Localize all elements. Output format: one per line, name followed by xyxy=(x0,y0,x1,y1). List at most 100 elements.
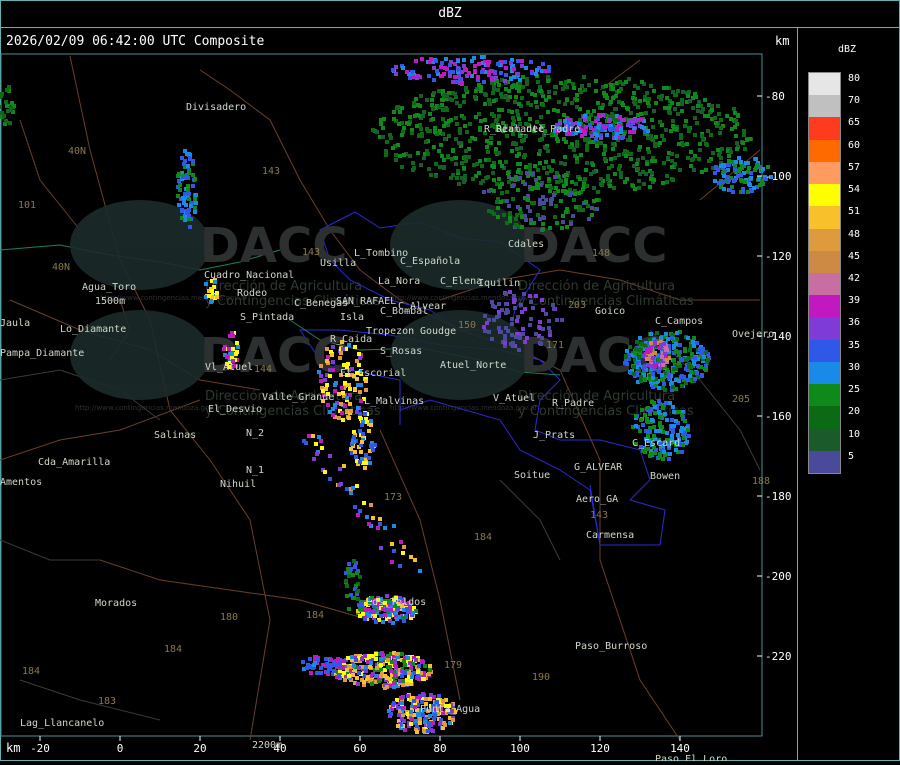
radar-echo-cell xyxy=(680,358,684,362)
radar-echo-cell xyxy=(670,101,674,105)
y-tick-label: -100 xyxy=(765,170,792,183)
radar-echo-cell xyxy=(648,426,652,430)
radar-echo-cell xyxy=(728,188,732,192)
radar-echo-cell xyxy=(410,131,414,135)
radar-echo-cell xyxy=(698,142,702,146)
y-tick-label: -120 xyxy=(765,250,792,263)
radar-echo-cell xyxy=(503,334,507,338)
radar-echo-cell xyxy=(515,147,519,151)
radar-echo-cell xyxy=(444,57,448,61)
radar-echo-cell xyxy=(417,664,421,668)
radar-echo-cell xyxy=(458,104,462,108)
radar-echo-cell xyxy=(483,329,487,333)
radar-echo-cell xyxy=(641,156,645,160)
place-label: Lag_Llancanelo xyxy=(20,718,104,729)
radar-echo-cell xyxy=(433,126,437,130)
radar-echo-cell xyxy=(401,551,405,555)
radar-echo-cell xyxy=(733,168,737,172)
legend-label: 5 xyxy=(848,450,855,462)
radar-echo-cell xyxy=(686,378,690,382)
radar-echo-cell xyxy=(671,119,675,123)
radar-echo-cell xyxy=(658,429,662,433)
radar-echo-cell xyxy=(665,174,669,178)
radar-echo-cell xyxy=(372,609,376,613)
radar-echo-cell xyxy=(594,137,598,141)
radar-echo-cell xyxy=(512,75,516,79)
radar-echo-cell xyxy=(499,71,503,75)
radar-echo-cell xyxy=(565,85,569,89)
radar-echo-cell xyxy=(528,294,532,298)
radar-echo-cell xyxy=(355,676,359,680)
radar-echo-cell xyxy=(682,436,686,440)
radar-echo-cell xyxy=(367,456,371,460)
radar-echo-cell xyxy=(442,721,446,725)
radar-echo-cell xyxy=(701,107,705,111)
radar-echo-cell xyxy=(522,292,526,296)
radar-echo-cell xyxy=(331,368,335,372)
radar-echo-cell xyxy=(538,326,542,330)
radar-echo-cell xyxy=(394,158,398,162)
x-axis-unit: km xyxy=(6,741,21,755)
x-tick-label: 60 xyxy=(353,742,366,755)
radar-echo-cell xyxy=(528,209,532,213)
radar-echo-cell xyxy=(633,351,637,355)
radar-echo-cell xyxy=(340,411,344,415)
radar-echo-cell xyxy=(467,71,471,75)
radar-echo-cell xyxy=(766,165,770,169)
radar-echo-cell xyxy=(665,358,669,362)
radar-map[interactable]: DACC DACC DACC DACC Dirección de Agricul… xyxy=(0,28,797,765)
radar-echo-cell xyxy=(340,386,344,390)
radar-echo-cell xyxy=(180,209,184,213)
route-number: 143 xyxy=(590,510,608,521)
radar-echo-cell xyxy=(419,127,423,131)
radar-echo-cell xyxy=(411,611,415,615)
radar-echo-cell xyxy=(638,336,642,340)
radar-echo-cell xyxy=(181,196,185,200)
radar-echo-cell xyxy=(713,171,717,175)
radar-echo-cell xyxy=(660,425,664,429)
radar-echo-cell xyxy=(187,171,191,175)
radar-echo-cell xyxy=(416,151,420,155)
place-label: Soitue xyxy=(514,470,550,481)
radar-echo-cell xyxy=(410,717,414,721)
radar-echo-cell xyxy=(530,201,534,205)
radar-echo-cell xyxy=(530,187,534,191)
radar-echo-cell xyxy=(644,429,648,433)
radar-map-canvas[interactable]: DACC DACC DACC DACC Dirección de Agricul… xyxy=(0,28,797,765)
place-label: Bowen xyxy=(650,471,680,482)
radar-echo-cell xyxy=(535,68,539,72)
radar-echo-cell xyxy=(528,117,532,121)
radar-echo-cell xyxy=(646,406,650,410)
radar-echo-cell xyxy=(640,408,644,412)
radar-echo-cell xyxy=(570,101,574,105)
radar-echo-cell xyxy=(666,337,670,341)
radar-echo-cell xyxy=(379,118,383,122)
radar-echo-cell xyxy=(332,669,336,673)
radar-echo-cell xyxy=(753,168,757,172)
radar-echo-cell xyxy=(449,176,453,180)
radar-echo-cell xyxy=(337,416,341,420)
radar-echo-cell xyxy=(693,356,697,360)
radar-echo-cell xyxy=(690,158,694,162)
radar-echo-cell xyxy=(760,179,764,183)
radar-echo-cell xyxy=(381,135,385,139)
radar-echo-cell xyxy=(476,75,480,79)
radar-echo-cell xyxy=(462,64,466,68)
radar-echo-cell xyxy=(559,199,563,203)
radar-echo-cell xyxy=(484,93,488,97)
watermark-line1: Dirección de Agricultura xyxy=(518,279,675,294)
radar-echo-cell xyxy=(427,721,431,725)
radar-echo-cell xyxy=(563,162,567,166)
radar-echo-cell xyxy=(412,101,416,105)
radar-echo-cell xyxy=(458,131,462,135)
radar-echo-cell xyxy=(618,123,622,127)
place-label: R_Caida xyxy=(330,334,372,345)
radar-echo-cell xyxy=(681,143,685,147)
radar-echo-cell xyxy=(637,356,641,360)
radar-echo-cell xyxy=(432,91,436,95)
radar-echo-cell xyxy=(625,177,629,181)
radar-echo-cell xyxy=(364,461,368,465)
radar-echo-cell xyxy=(386,665,390,669)
radar-echo-cell xyxy=(373,443,377,447)
radar-echo-cell xyxy=(510,110,514,114)
